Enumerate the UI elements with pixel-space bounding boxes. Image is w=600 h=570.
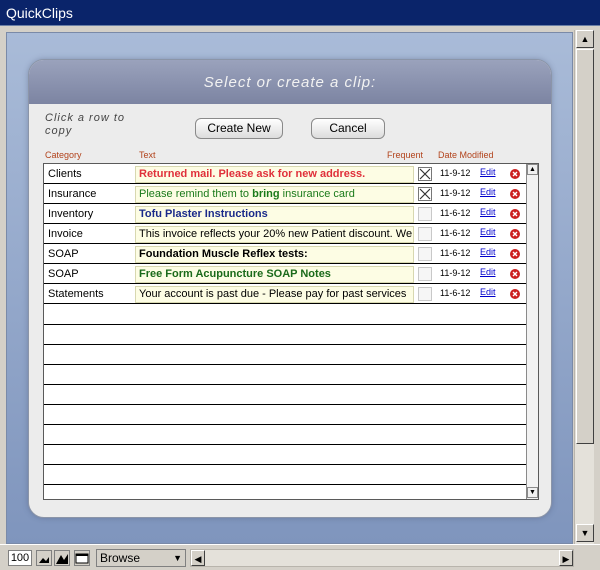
mountain-small-icon [39, 557, 49, 563]
column-header-date: Date Modified [438, 150, 494, 160]
mountain-large-icon [56, 554, 68, 564]
scroll-up-button[interactable]: ▲ [576, 30, 594, 48]
zoom-level[interactable]: 100 [8, 550, 32, 566]
empty-row-line [44, 464, 526, 465]
scroll-thumb[interactable] [576, 49, 594, 444]
clips-table: Clients Returned mail. Please ask for new… [43, 163, 539, 500]
row-category: SOAP [46, 266, 134, 283]
zoom-in-icon[interactable] [54, 550, 70, 566]
zoom-out-icon[interactable] [36, 550, 52, 566]
horizontal-scrollbar[interactable]: ◀ ▶ [190, 549, 574, 567]
empty-row-line [44, 324, 526, 325]
status-area-toggle-icon[interactable] [74, 550, 90, 566]
check-x-icon [419, 188, 431, 200]
row-date: 11-6-12 [440, 248, 471, 258]
quickclips-panel: Select or create a clip: Click a row to … [28, 59, 552, 518]
table-row[interactable]: SOAP Foundation Muscle Reflex tests: 11-6-… [44, 244, 526, 264]
vertical-scrollbar[interactable]: ▲ ▼ [574, 30, 594, 544]
delete-icon[interactable] [510, 229, 520, 239]
scroll-right-button[interactable]: ▶ [559, 550, 573, 566]
row-text: Your account is past due - Please pay fo… [135, 286, 414, 303]
delete-icon[interactable] [510, 169, 520, 179]
empty-row-line [44, 484, 526, 485]
scroll-down-button[interactable]: ▼ [576, 524, 594, 542]
frequent-checkbox[interactable] [418, 187, 432, 201]
row-category: Clients [46, 166, 134, 183]
table-row[interactable]: SOAP Free Form Acupuncture SOAP Notes 11-9… [44, 264, 526, 284]
delete-icon[interactable] [510, 289, 520, 299]
empty-row-line [44, 424, 526, 425]
edit-link[interactable]: Edit [480, 207, 496, 217]
cancel-button[interactable]: Cancel [311, 118, 385, 139]
window-icon [75, 553, 89, 564]
edit-link[interactable]: Edit [480, 187, 496, 197]
empty-row-line [44, 344, 526, 345]
table-row[interactable]: Insurance Please remind them to bring ins… [44, 184, 526, 204]
row-category: Inventory [46, 206, 134, 223]
row-text: Please remind them to bring insurance ca… [135, 186, 414, 203]
row-text: Foundation Muscle Reflex tests: [135, 246, 414, 263]
row-text: Tofu Plaster Instructions [135, 206, 414, 223]
row-category: Invoice [46, 226, 134, 243]
panel-title: Select or create a clip: [29, 60, 551, 104]
frequent-checkbox[interactable] [418, 267, 432, 281]
table-scroll-down[interactable]: ▼ [527, 487, 538, 498]
chevron-down-icon: ▼ [173, 553, 182, 563]
frequent-checkbox[interactable] [418, 227, 432, 241]
empty-row-line [44, 384, 526, 385]
row-date: 11-9-12 [440, 168, 471, 178]
edit-link[interactable]: Edit [480, 247, 496, 257]
row-date: 11-9-12 [440, 268, 471, 278]
row-date: 11-9-12 [440, 188, 471, 198]
frequent-checkbox[interactable] [418, 207, 432, 221]
column-header-frequent: Frequent [387, 150, 424, 160]
row-category: SOAP [46, 246, 134, 263]
edit-link[interactable]: Edit [480, 227, 496, 237]
frequent-checkbox[interactable] [418, 287, 432, 301]
table-row[interactable]: Invoice This invoice reflects your 20% ne… [44, 224, 526, 244]
delete-icon[interactable] [510, 269, 520, 279]
edit-link[interactable]: Edit [480, 287, 496, 297]
table-row[interactable]: Clients Returned mail. Please ask for new… [44, 164, 526, 184]
copy-hint: Click a row to copy [45, 112, 126, 137]
row-date: 11-6-12 [440, 228, 471, 238]
create-new-button[interactable]: Create New [195, 118, 283, 139]
empty-row-line [44, 404, 526, 405]
edit-link[interactable]: Edit [480, 267, 496, 277]
frequent-checkbox[interactable] [418, 167, 432, 181]
row-date: 11-6-12 [440, 288, 471, 298]
row-category: Statements [46, 286, 134, 303]
delete-icon[interactable] [510, 209, 520, 219]
scroll-left-button[interactable]: ◀ [191, 550, 205, 566]
table-scrollbar[interactable]: ▲ ▼ [526, 164, 538, 499]
mode-label: Browse [100, 551, 141, 565]
column-header-category: Category [45, 150, 82, 160]
column-header-text: Text [139, 150, 156, 160]
row-category: Insurance [46, 186, 134, 203]
table-row[interactable]: Inventory Tofu Plaster Instructions 11-6-1… [44, 204, 526, 224]
check-x-icon [419, 168, 431, 180]
row-text: Returned mail. Please ask for new addres… [135, 166, 414, 183]
empty-row-line [44, 364, 526, 365]
table-row[interactable]: Statements Your account is past due - Ple… [44, 284, 526, 304]
edit-link[interactable]: Edit [480, 167, 496, 177]
row-text: This invoice reflects your 20% new Patie… [135, 226, 414, 243]
row-text: Free Form Acupuncture SOAP Notes [135, 266, 414, 283]
table-scroll-up[interactable]: ▲ [527, 164, 538, 175]
row-date: 11-6-12 [440, 208, 471, 218]
mode-select[interactable]: Browse ▼ [96, 549, 186, 567]
empty-row-line [44, 444, 526, 445]
delete-icon[interactable] [510, 189, 520, 199]
frequent-checkbox[interactable] [418, 247, 432, 261]
delete-icon[interactable] [510, 249, 520, 259]
window-title: QuickClips [0, 0, 600, 26]
status-bar: 100 Browse ▼ ◀ ▶ [0, 544, 600, 570]
